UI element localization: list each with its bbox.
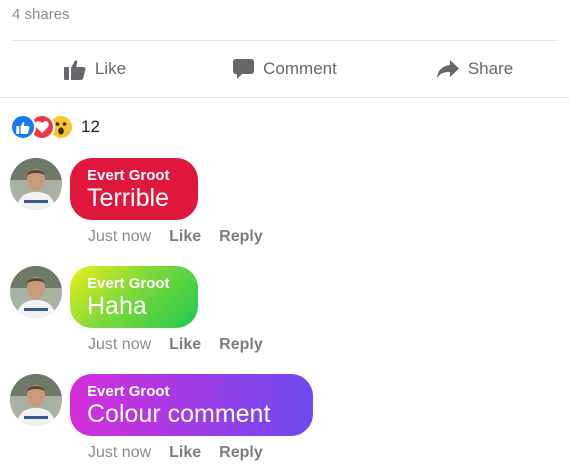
comment-text: Haha xyxy=(87,292,147,320)
comment-author[interactable]: Evert Groot xyxy=(87,275,182,292)
comment-bubble[interactable]: Evert Groot Haha xyxy=(70,266,198,328)
comment-timestamp[interactable]: Just now xyxy=(88,228,151,246)
comment-meta: Just now Like Reply xyxy=(88,336,263,354)
comment-like-link[interactable]: Like xyxy=(169,228,201,246)
like-button[interactable]: Like xyxy=(0,41,190,97)
comment-meta: Just now Like Reply xyxy=(88,228,263,246)
comment-meta: Just now Like Reply xyxy=(88,444,263,462)
comment-text: Colour comment xyxy=(87,400,271,428)
comment-reply-link[interactable]: Reply xyxy=(219,336,263,354)
comment-reply-link[interactable]: Reply xyxy=(219,444,263,462)
divider xyxy=(0,97,570,98)
avatar[interactable] xyxy=(10,158,62,210)
comment-button[interactable]: Comment xyxy=(190,41,380,97)
like-reaction-icon xyxy=(10,114,36,140)
speech-bubble-icon xyxy=(233,59,255,79)
comment-timestamp[interactable]: Just now xyxy=(88,444,151,462)
share-button[interactable]: Share xyxy=(380,41,570,97)
comment-item: Evert Groot Colour comment Just now Like… xyxy=(10,374,570,464)
avatar[interactable] xyxy=(10,374,62,426)
post-action-bar: Like Comment Share xyxy=(0,41,570,97)
like-button-label: Like xyxy=(94,59,127,78)
shares-count[interactable]: 4 shares xyxy=(12,6,70,23)
comment-bubble[interactable]: Evert Groot Terrible xyxy=(70,158,198,220)
comment-author[interactable]: Evert Groot xyxy=(87,167,182,184)
reaction-count: 12 xyxy=(81,117,100,136)
comment-author[interactable]: Evert Groot xyxy=(87,383,297,400)
avatar[interactable] xyxy=(10,266,62,318)
comment-reply-link[interactable]: Reply xyxy=(219,228,263,246)
share-button-label: Share xyxy=(467,59,514,78)
reactions-summary[interactable]: 12 xyxy=(10,114,100,140)
share-arrow-icon xyxy=(436,60,459,78)
comment-button-label: Comment xyxy=(263,59,337,78)
comment-like-link[interactable]: Like xyxy=(169,444,201,462)
comment-bubble[interactable]: Evert Groot Colour comment xyxy=(70,374,313,436)
comment-item: Evert Groot Terrible Just now Like Reply xyxy=(10,158,570,258)
comment-timestamp[interactable]: Just now xyxy=(88,336,151,354)
comment-text: Terrible xyxy=(87,184,169,212)
comment-item: Evert Groot Haha Just now Like Reply xyxy=(10,266,570,366)
comment-like-link[interactable]: Like xyxy=(169,336,201,354)
thumbs-up-icon xyxy=(63,59,86,80)
